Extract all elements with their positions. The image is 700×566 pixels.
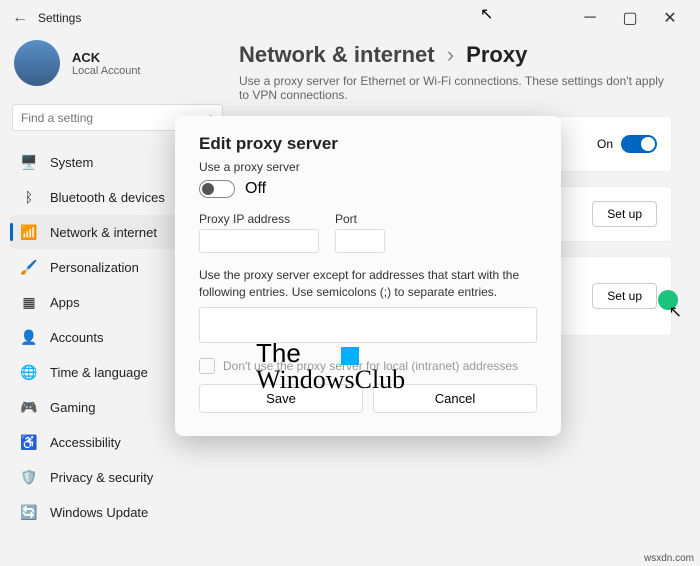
titlebar: ← Settings ─ ▢ ✕ bbox=[0, 0, 700, 36]
sidebar-item-label: Privacy & security bbox=[50, 470, 153, 485]
toggle-group: On bbox=[597, 135, 657, 153]
close-button[interactable]: ✕ bbox=[650, 6, 690, 30]
use-proxy-toggle-group: Off bbox=[199, 180, 537, 198]
sidebar-item-label: Windows Update bbox=[50, 505, 148, 520]
use-proxy-label: Use a proxy server bbox=[199, 160, 537, 174]
edit-proxy-dialog: Edit proxy server Use a proxy server Off… bbox=[175, 116, 561, 436]
port-label: Port bbox=[335, 212, 385, 226]
setup-button-2[interactable]: Set up bbox=[592, 283, 657, 309]
local-checkbox[interactable] bbox=[199, 358, 215, 374]
ip-input[interactable] bbox=[199, 229, 319, 253]
minimize-button[interactable]: ─ bbox=[570, 6, 610, 30]
sidebar-item-label: Gaming bbox=[50, 400, 96, 415]
cursor-icon: ↖ bbox=[480, 4, 493, 24]
personalization-icon: 🖌️ bbox=[20, 258, 38, 276]
proxy-fields: Proxy IP address Port bbox=[199, 212, 537, 253]
cancel-button[interactable]: Cancel bbox=[373, 384, 537, 413]
back-button[interactable]: ← bbox=[10, 9, 30, 27]
toggle-state-label: On bbox=[597, 137, 613, 151]
system-icon: 🖥️ bbox=[20, 153, 38, 171]
profile-block[interactable]: ACK Local Account bbox=[10, 36, 225, 100]
network-internet-icon: 📶 bbox=[20, 223, 38, 241]
sidebar-item-label: Personalization bbox=[50, 260, 139, 275]
breadcrumb: Network & internet › Proxy bbox=[239, 42, 672, 68]
app-title: Settings bbox=[38, 11, 81, 25]
window-buttons: ─ ▢ ✕ bbox=[570, 6, 690, 30]
local-check-label: Don't use the proxy server for local (in… bbox=[223, 359, 518, 373]
ip-label: Proxy IP address bbox=[199, 212, 319, 226]
sidebar-item-label: Time & language bbox=[50, 365, 148, 380]
dialog-buttons: Save Cancel bbox=[199, 384, 537, 413]
sidebar-item-label: Network & internet bbox=[50, 225, 157, 240]
sidebar-item-privacy-security[interactable]: 🛡️ Privacy & security bbox=[10, 460, 225, 494]
windows-update-icon: 🔄 bbox=[20, 503, 38, 521]
dialog-title: Edit proxy server bbox=[199, 134, 537, 154]
use-proxy-toggle[interactable] bbox=[199, 180, 235, 198]
local-check-row[interactable]: Don't use the proxy server for local (in… bbox=[199, 358, 537, 374]
maximize-button[interactable]: ▢ bbox=[610, 6, 650, 30]
privacy-security-icon: 🛡️ bbox=[20, 468, 38, 486]
sidebar-item-label: Accessibility bbox=[50, 435, 121, 450]
exception-note: Use the proxy server except for addresse… bbox=[199, 267, 537, 301]
sidebar-item-label: Accounts bbox=[50, 330, 103, 345]
sidebar-item-label: System bbox=[50, 155, 93, 170]
sidebar-item-label: Apps bbox=[50, 295, 80, 310]
gaming-icon: 🎮 bbox=[20, 398, 38, 416]
bluetooth-devices-icon: ᛒ bbox=[20, 188, 38, 206]
port-input[interactable] bbox=[335, 229, 385, 253]
accounts-icon: 👤 bbox=[20, 328, 38, 346]
profile-type: Local Account bbox=[72, 65, 141, 77]
save-button[interactable]: Save bbox=[199, 384, 363, 413]
apps-icon: ▦ bbox=[20, 293, 38, 311]
sidebar-item-windows-update[interactable]: 🔄 Windows Update bbox=[10, 495, 225, 529]
cursor-icon: ↖ bbox=[669, 302, 682, 322]
source-label: wsxdn.com bbox=[644, 553, 694, 564]
accessibility-icon: ♿ bbox=[20, 433, 38, 451]
profile-name: ACK bbox=[72, 50, 141, 65]
toggle-switch[interactable] bbox=[621, 135, 657, 153]
avatar bbox=[14, 40, 60, 86]
breadcrumb-current: Proxy bbox=[466, 42, 527, 67]
sidebar-item-label: Bluetooth & devices bbox=[50, 190, 165, 205]
breadcrumb-parent[interactable]: Network & internet bbox=[239, 42, 435, 67]
time-language-icon: 🌐 bbox=[20, 363, 38, 381]
page-description: Use a proxy server for Ethernet or Wi-Fi… bbox=[239, 74, 672, 102]
use-proxy-state: Off bbox=[245, 180, 266, 198]
setup-button-1[interactable]: Set up bbox=[592, 201, 657, 227]
exceptions-textarea[interactable] bbox=[199, 307, 537, 343]
chevron-right-icon: › bbox=[447, 42, 454, 67]
